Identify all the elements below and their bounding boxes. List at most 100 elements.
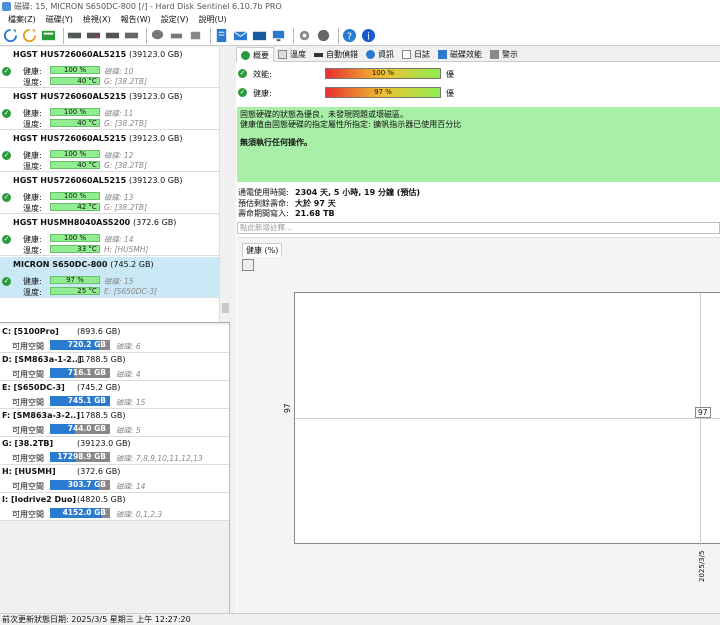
menu-settings[interactable]: 設定(V): [156, 13, 194, 26]
tab-alerts[interactable]: 警示: [486, 47, 522, 62]
performance-row: ✓ 效能: 100 % 優: [236, 67, 720, 81]
volume-item[interactable]: D: [SM863a-1-2..] (1788.5 GB) 可用空間 716.1…: [0, 353, 229, 381]
volume-item[interactable]: H: [HUSMH] (372.6 GB) 可用空間 303.7 GB 磁碟: …: [0, 465, 229, 493]
tab-information[interactable]: 資訊: [362, 47, 398, 62]
disk-number: 磁碟: 14: [104, 235, 134, 244]
send-report-icon[interactable]: [252, 28, 267, 43]
disk-model: HGST HUS726060AL5215 (39123.0 GB): [13, 134, 183, 143]
volume-size: (1788.5 GB): [77, 411, 126, 420]
free-space-label: 可用空間: [12, 454, 44, 463]
temp-label: 溫度:: [23, 204, 42, 213]
volume-name: D: [SM863a-1-2..]: [2, 355, 82, 364]
health-label: 健康:: [23, 67, 42, 76]
info-icon: [366, 50, 375, 59]
menu-file[interactable]: 檔案(Z): [3, 13, 41, 26]
disk-item[interactable]: HGST HUS726060AL5215 (39123.0 GB) ✓ 健康: …: [0, 173, 219, 214]
volume-item[interactable]: F: [SM863a-3-2..] (1788.5 GB) 可用空間 744.0…: [0, 409, 229, 437]
tab-disk-performance[interactable]: 磁碟效能: [434, 47, 486, 62]
scrollbar-thumb[interactable]: [222, 303, 229, 313]
gridline-vertical: [700, 293, 701, 545]
notice-line: 固態硬碟的狀態為優良，未發現問題或壞磁區。: [240, 110, 408, 119]
acoustic-icon[interactable]: [169, 28, 184, 43]
menu-help[interactable]: 說明(U): [193, 13, 231, 26]
note-input[interactable]: 點此新增註釋...: [237, 222, 720, 234]
free-space-label: 可用空間: [12, 482, 44, 491]
health-bar: 97 %: [325, 87, 441, 98]
check-icon: ✓: [238, 69, 247, 78]
disk-list-scrollbar[interactable]: [219, 47, 230, 322]
health-label: 健康:: [23, 193, 42, 202]
usb-icon[interactable]: [188, 28, 203, 43]
volume-size: (372.6 GB): [77, 467, 121, 476]
thermometer-icon: [278, 50, 287, 59]
status-bar: 前次更新狀態日期: 2025/3/5 星期三 上午 12:27:20: [0, 613, 720, 625]
tools-icon[interactable]: [316, 28, 331, 43]
health-rating: 優: [446, 89, 454, 98]
tab-temperature[interactable]: 溫度: [274, 47, 310, 62]
hdd-test-icon[interactable]: [86, 28, 101, 43]
title-bar: 磁碟: 15, MICRON S650DC-800 [/] - Hard Dis…: [0, 0, 720, 13]
health-bar: 100 %: [50, 150, 100, 158]
volume-disks: 磁碟: 6: [116, 342, 141, 351]
volume-item[interactable]: G: [38.2TB] (39123.0 GB) 可用空間 17298.9 GB…: [0, 437, 229, 465]
health-row: ✓ 健康: 97 % 優: [236, 86, 720, 100]
help-icon[interactable]: ?: [342, 28, 357, 43]
volume-name: C: [5100Pro]: [2, 327, 59, 336]
hdd-info-icon[interactable]: [124, 28, 139, 43]
menu-bar: 檔案(Z) 磁碟(Y) 檢視(X) 報告(W) 設定(V) 說明(U): [0, 13, 720, 26]
volume-size: (39123.0 GB): [77, 439, 131, 448]
menu-disk[interactable]: 磁碟(Y): [41, 13, 78, 26]
report-icon[interactable]: [214, 28, 229, 43]
gear-icon[interactable]: [297, 28, 312, 43]
free-space-bar: 744.0 GB: [50, 424, 110, 434]
volume-item[interactable]: I: [Iodrive2 Duo] (4820.5 GB) 可用空間 4152.…: [0, 493, 229, 521]
temp-label: 溫度:: [23, 162, 42, 171]
free-space-label: 可用空間: [12, 370, 44, 379]
tab-log[interactable]: 日誌: [398, 47, 434, 62]
notice-action: 無須執行任何操作。: [240, 138, 312, 147]
menu-report[interactable]: 報告(W): [116, 13, 156, 26]
disk-item-selected[interactable]: MICRON S650DC-800 (745.2 GB) ✓ 健康: 97 % …: [0, 257, 219, 298]
volume-size: (1788.5 GB): [77, 355, 126, 364]
health-label: 健康:: [23, 109, 42, 118]
volume-size: (745.2 GB): [77, 383, 121, 392]
tab-overview[interactable]: 概要: [236, 47, 274, 62]
disk-volume: H: [HUSMH]: [104, 245, 149, 254]
menu-view[interactable]: 檢視(X): [78, 13, 116, 26]
check-icon: ✓: [2, 235, 11, 244]
free-space-bar: 720.2 GB: [50, 340, 110, 350]
volume-name: E: [S650DC-3]: [2, 383, 65, 392]
disk-item[interactable]: HGST HUSMH8040ASS200 (372.6 GB) ✓ 健康: 10…: [0, 215, 219, 256]
refresh-all-icon[interactable]: [22, 28, 37, 43]
volume-disks: 磁碟: 7,8,9,10,11,12,13: [116, 454, 203, 463]
disk-list: HGST HUS726060AL5215 (39123.0 GB) ✓ 健康: …: [0, 47, 230, 323]
temp-label: 溫度:: [23, 120, 42, 129]
data-point-label: 97: [695, 407, 711, 418]
disk-number: 磁碟: 11: [104, 109, 134, 118]
volume-item[interactable]: C: [5100Pro] (893.6 GB) 可用空間 720.2 GB 磁碟…: [0, 325, 229, 353]
disk-list-icon[interactable]: [41, 28, 56, 43]
main-panel: 概要 溫度 自動偵錯 資訊 日誌 磁碟效能 警示 ✓ 效能: 100 % 優 ✓…: [236, 47, 720, 613]
volume-item[interactable]: E: [S650DC-3] (745.2 GB) 可用空間 745.1 GB 磁…: [0, 381, 229, 409]
hdd-surface-icon[interactable]: [105, 28, 120, 43]
info-icon[interactable]: i: [361, 28, 376, 43]
hdd-icon[interactable]: [67, 28, 82, 43]
check-icon: ✓: [2, 67, 11, 76]
free-space-bar: 303.7 GB: [50, 480, 110, 490]
check-icon: ✓: [2, 193, 11, 202]
volume-size: (4820.5 GB): [77, 495, 126, 504]
disk-number: 磁碟: 10: [104, 67, 134, 76]
app-icon: [2, 2, 11, 11]
disk-item[interactable]: HGST HUS726060AL5215 (39123.0 GB) ✓ 健康: …: [0, 47, 219, 88]
network-icon[interactable]: [271, 28, 286, 43]
mail-icon[interactable]: [233, 28, 248, 43]
disk-volume: G: [38.2TB]: [104, 203, 148, 212]
drive-icon[interactable]: [150, 28, 165, 43]
disk-number: 磁碟: 15: [104, 277, 134, 286]
temp-bar: 25 °C: [50, 287, 100, 295]
disk-item[interactable]: HGST HUS726060AL5215 (39123.0 GB) ✓ 健康: …: [0, 89, 219, 130]
disk-item[interactable]: HGST HUS726060AL5215 (39123.0 GB) ✓ 健康: …: [0, 131, 219, 172]
refresh-icon[interactable]: [3, 28, 18, 43]
tab-self-test[interactable]: 自動偵錯: [310, 47, 362, 62]
stat-row: 通電使用時間: 2304 天, 5 小時, 19 分鐘 (預估): [238, 188, 421, 197]
